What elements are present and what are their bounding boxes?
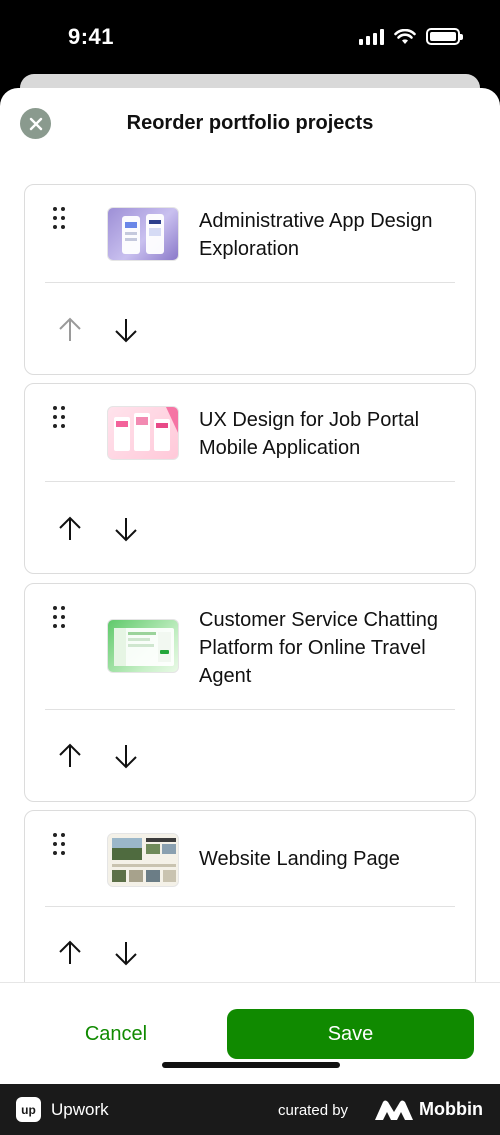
drag-handle-icon[interactable] [51,406,67,436]
status-time: 9:41 [68,24,115,49]
divider [45,906,455,907]
upwork-logo-icon: up [16,1097,41,1122]
sheet-footer: Cancel Save [0,982,500,1084]
move-up-button[interactable] [55,741,85,771]
arrow-up-icon [59,940,81,964]
status-bar: 9:41 [0,0,500,72]
brand-bar: up Upwork curated by Mobbin [0,1084,500,1135]
curated-by-label: curated by [278,1102,349,1119]
arrow-up-icon [59,743,81,767]
mobbin-logo-icon [375,1100,413,1120]
project-title: Customer Service Chatting Platform for O… [199,609,438,687]
arrow-up-icon [59,317,81,341]
project-list[interactable]: Administrative App Design Exploration UX… [0,160,500,982]
divider [45,481,455,482]
divider [45,282,455,283]
arrow-down-icon [115,319,137,343]
project-card: Website Landing Page [24,810,476,982]
wifi-icon [394,28,416,44]
arrow-down-icon [115,745,137,769]
move-up-button[interactable] [55,514,85,544]
cancel-button[interactable]: Cancel [26,1009,206,1059]
sheet-title: Reorder portfolio projects [126,112,374,134]
project-thumbnail [107,833,179,887]
home-indicator[interactable] [162,1062,340,1068]
reorder-sheet: Reorder portfolio projects Administrativ… [0,88,500,1084]
project-title: Website Landing Page [199,848,400,870]
drag-handle-icon[interactable] [51,833,67,863]
project-thumbnail [107,619,179,673]
sheet-header: Reorder portfolio projects [0,88,500,160]
project-card: Administrative App Design Exploration [24,184,476,375]
divider [45,709,455,710]
mobbin-name: Mobbin [419,1099,483,1119]
project-card: UX Design for Job Portal Mobile Applicat… [24,383,476,574]
drag-handle-icon[interactable] [51,606,67,636]
save-button[interactable]: Save [227,1009,474,1059]
drag-handle-icon[interactable] [51,207,67,237]
move-down-button[interactable] [111,514,141,544]
project-card: Customer Service Chatting Platform for O… [24,583,476,802]
move-up-button[interactable] [55,315,85,345]
app-name: Upwork [51,1100,109,1119]
move-down-button[interactable] [111,938,141,968]
arrow-up-icon [59,516,81,540]
project-title: Administrative App Design Exploration [199,210,433,260]
move-down-button[interactable] [111,315,141,345]
project-thumbnail [107,207,179,261]
project-title: UX Design for Job Portal Mobile Applicat… [199,409,420,459]
arrow-down-icon [115,518,137,542]
arrow-down-icon [115,942,137,966]
status-icons [359,28,463,45]
cellular-signal-icon [359,28,384,45]
move-up-button[interactable] [55,938,85,968]
move-down-button[interactable] [111,741,141,771]
battery-icon [426,28,463,45]
project-thumbnail [107,406,179,460]
